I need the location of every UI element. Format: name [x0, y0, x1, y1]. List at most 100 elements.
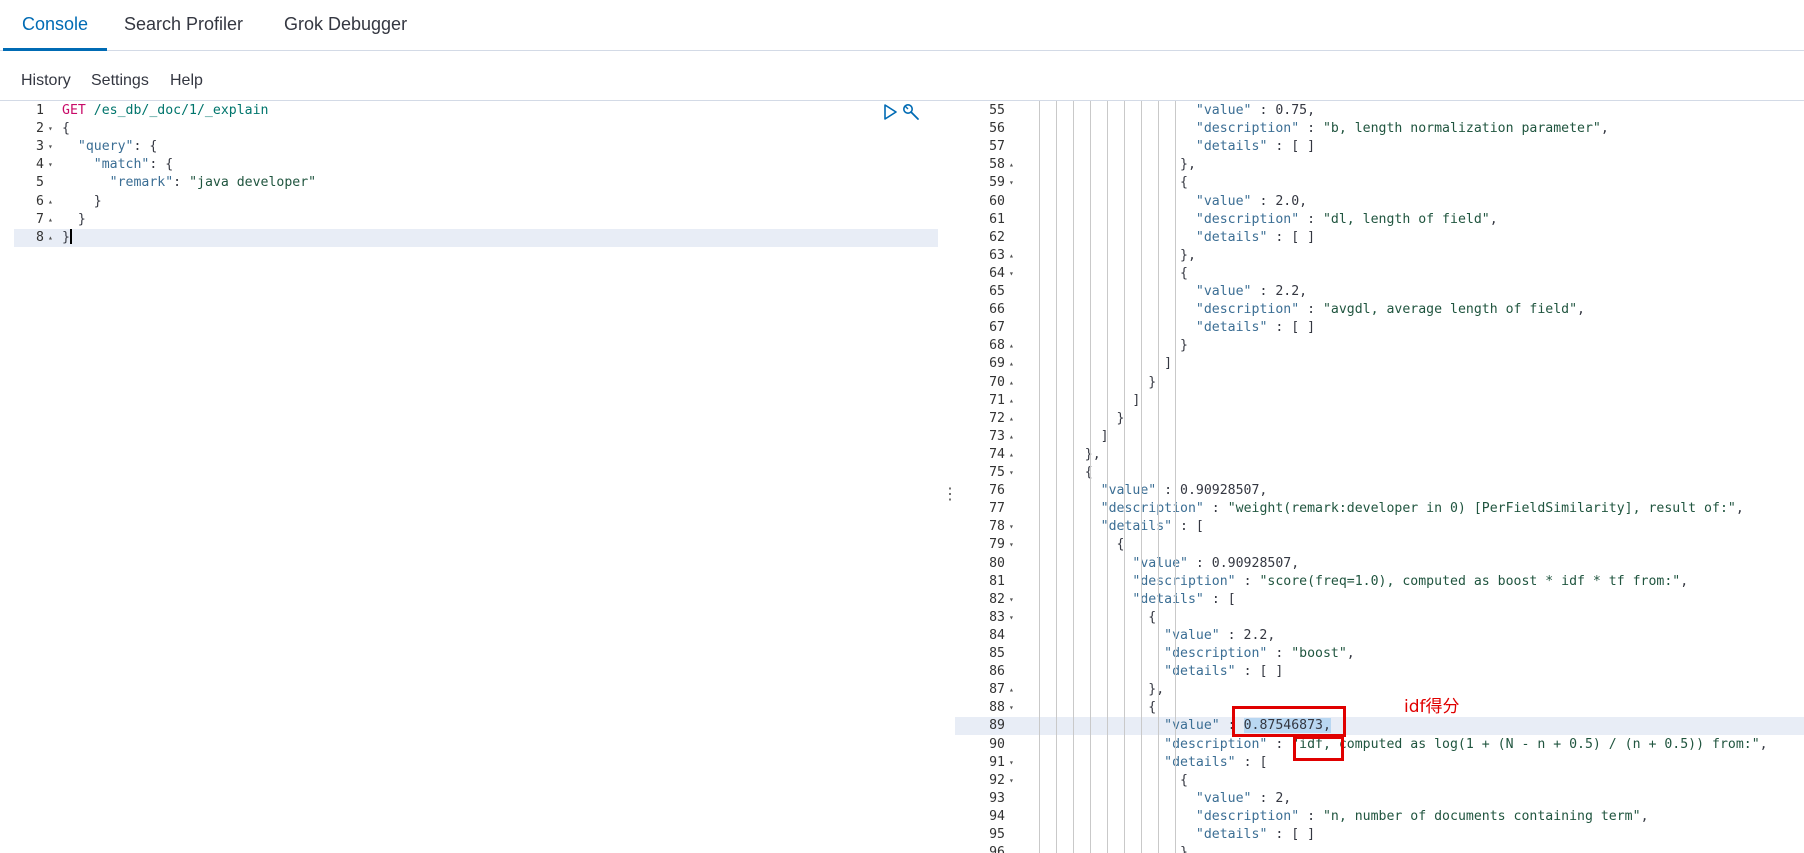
code-line: "details" : [ ]	[1053, 138, 1315, 156]
code-token: "details"	[1132, 591, 1204, 607]
code-line: "remark": "java developer"	[62, 174, 316, 192]
menu-settings[interactable]: Settings	[91, 72, 149, 90]
line-number: 77	[989, 501, 1005, 517]
line-number: 55	[989, 103, 1005, 118]
code-token: "remark"	[109, 175, 174, 191]
code-line: "match": {	[62, 156, 173, 174]
line-number: 5	[36, 175, 44, 191]
indent-guide	[1175, 101, 1176, 853]
code-token: "b, length normalization parameter"	[1322, 121, 1601, 137]
fold-open-icon[interactable]: ▾	[1009, 772, 1014, 790]
code-token: "description"	[1195, 211, 1300, 227]
fold-close-icon[interactable]: ▴	[1009, 681, 1014, 699]
tab-search-profiler[interactable]: Search Profiler	[124, 0, 243, 51]
request-editor[interactable]: 1 GET /es_db/_doc/1/_explain 2 ▾{3 ▾ "query"…	[0, 101, 938, 853]
fold-open-icon[interactable]: ▾	[48, 120, 53, 138]
code-line: },	[1053, 446, 1101, 464]
fold-close-icon[interactable]: ▴	[1009, 446, 1014, 464]
fold-open-icon[interactable]: ▾	[1009, 609, 1014, 627]
code-token: : 0.90928507,	[1156, 483, 1268, 499]
line-number: 60	[989, 193, 1005, 209]
code-line: "description" : "weight(remark:developer…	[1053, 500, 1744, 518]
code-line: }	[62, 193, 102, 211]
annotation-box-value	[1232, 706, 1346, 737]
code-line: "description" : "dl, length of field",	[1053, 211, 1498, 229]
fold-close-icon[interactable]: ▴	[1009, 156, 1014, 174]
fold-close-icon[interactable]: ▴	[1009, 247, 1014, 265]
fold-close-icon[interactable]: ▴	[1009, 374, 1014, 392]
line-number: 58	[989, 157, 1005, 173]
fold-close-icon[interactable]: ▴	[48, 229, 53, 247]
fold-open-icon[interactable]: ▾	[1009, 518, 1014, 536]
line-number: 76	[989, 483, 1005, 499]
code-token: "match"	[93, 157, 150, 173]
console-menu: History Settings Help	[0, 60, 1804, 101]
line-number: 65	[989, 284, 1005, 299]
code-line: "value" : 2.0,	[1053, 193, 1307, 211]
indent-guide	[1141, 101, 1142, 853]
code-token: {	[62, 121, 70, 137]
fold-open-icon[interactable]: ▾	[1009, 754, 1014, 772]
line-number: 80	[989, 555, 1005, 571]
code-token: ,	[1577, 302, 1585, 318]
code-token: ,	[1489, 211, 1498, 227]
code-token: "value"	[1195, 103, 1252, 118]
line-number: 84	[989, 627, 1005, 643]
fold-open-icon[interactable]: ▾	[1009, 536, 1014, 554]
fold-close-icon[interactable]: ▴	[48, 211, 53, 229]
code-token: "idf, computed as log(1 + (N - n + 0.5) …	[1291, 736, 1760, 752]
fold-open-icon[interactable]: ▾	[1009, 464, 1014, 482]
line-number: 61	[989, 211, 1005, 227]
fold-close-icon[interactable]: ▴	[1009, 428, 1014, 446]
code-token: "value"	[1195, 284, 1252, 299]
line-number: 73	[989, 428, 1005, 444]
code-token: ]	[1053, 356, 1173, 372]
fold-close-icon[interactable]: ▴	[1009, 392, 1014, 410]
fold-open-icon[interactable]: ▾	[1009, 699, 1014, 717]
vertical-ellipsis-icon[interactable]: ⋮	[942, 484, 958, 506]
active-line-highlight	[14, 228, 938, 247]
code-token: "description"	[1195, 302, 1300, 318]
line-number: 88	[989, 700, 1005, 716]
code-token: :	[1203, 501, 1228, 517]
tab-console[interactable]: Console	[3, 0, 107, 51]
code-line: }	[62, 229, 72, 247]
fold-open-icon[interactable]: ▾	[48, 156, 53, 174]
code-token: : 2,	[1251, 790, 1292, 806]
code-token: "weight(remark:developer in 0) [PerField…	[1227, 501, 1736, 517]
code-token: : [ ]	[1267, 320, 1316, 336]
response-editor[interactable]: 55 "value" : 0.75, 56 "description" : "b,…	[955, 101, 1804, 853]
code-token: "description"	[1195, 121, 1300, 137]
line-number: 59	[989, 175, 1005, 191]
code-line: "details" : [ ]	[1053, 663, 1283, 681]
fold-close-icon[interactable]: ▴	[1009, 337, 1014, 355]
play-icon[interactable]	[880, 102, 900, 122]
fold-open-icon[interactable]: ▾	[1009, 591, 1014, 609]
code-token: "details"	[1195, 229, 1268, 245]
fold-open-icon[interactable]: ▾	[48, 138, 53, 156]
fold-open-icon[interactable]: ▾	[1009, 174, 1014, 192]
indent-guide	[1056, 101, 1057, 853]
code-token: "value"	[1164, 718, 1220, 734]
fold-open-icon[interactable]: ▾	[1009, 265, 1014, 283]
fold-close-icon[interactable]: ▴	[1009, 410, 1014, 428]
code-line: {	[1053, 536, 1125, 554]
code-line: ]	[1053, 428, 1109, 446]
fold-close-icon[interactable]: ▴	[1009, 355, 1014, 373]
indent-guide	[1124, 101, 1125, 853]
tab-grok-debugger[interactable]: Grok Debugger	[284, 0, 407, 51]
code-token: "description"	[1132, 573, 1236, 589]
code-token: },	[1053, 446, 1101, 462]
menu-help[interactable]: Help	[170, 72, 203, 90]
line-number: 72	[989, 410, 1005, 426]
wrench-icon[interactable]	[901, 102, 921, 122]
code-token: GET	[62, 103, 86, 118]
fold-close-icon[interactable]: ▴	[48, 193, 53, 211]
line-number: 64	[989, 265, 1005, 281]
menu-history[interactable]: History	[21, 72, 71, 90]
